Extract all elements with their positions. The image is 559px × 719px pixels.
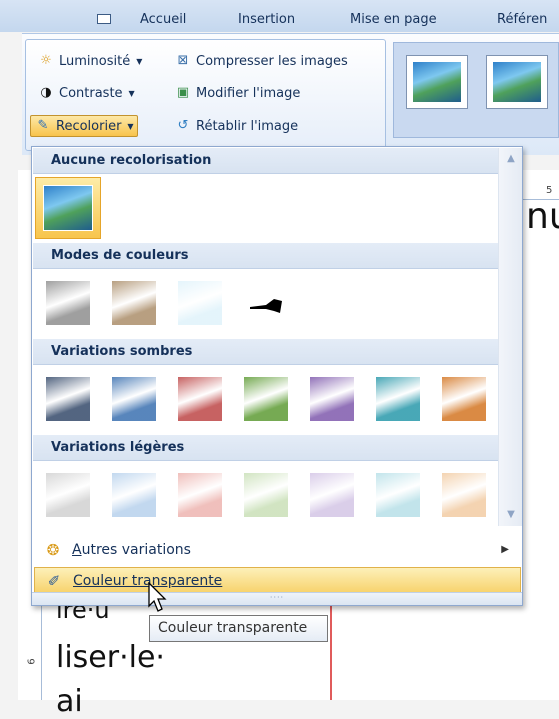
light-variation-option[interactable] xyxy=(178,473,222,517)
section-variations-legeres: Variations légères xyxy=(33,435,498,461)
vertical-ruler[interactable]: 6 xyxy=(24,596,42,700)
tab-mise-en-page[interactable]: Mise en page xyxy=(350,12,437,27)
picture-style-image xyxy=(413,62,461,102)
couleur-transparente-item[interactable]: ✐ Couleur transparente xyxy=(34,567,521,594)
light-variation-option[interactable] xyxy=(376,473,420,517)
dark-variation-option[interactable] xyxy=(178,377,222,421)
chevron-down-icon: ▼ xyxy=(136,56,143,66)
ruler-number: 5 xyxy=(546,185,553,196)
ruler-number: 6 xyxy=(26,658,38,665)
modifier-label: Modifier l'image xyxy=(196,85,301,101)
dropdown-scrollbar[interactable]: ▲ ▼ xyxy=(498,148,522,526)
chevron-down-icon: ▼ xyxy=(128,88,135,98)
dark-variation-option[interactable] xyxy=(46,377,90,421)
contraste-label: Contraste xyxy=(59,85,123,101)
document-text-fragment: nu xyxy=(526,196,559,237)
recolorier-label: Recolorier xyxy=(56,118,122,134)
color-mode-option[interactable] xyxy=(46,281,90,325)
dark-variation-option[interactable] xyxy=(442,377,486,421)
light-variation-option[interactable] xyxy=(244,473,288,517)
autres-variations-access-key: A xyxy=(72,542,82,558)
luminosite-button[interactable]: ☼ Luminosité ▼ xyxy=(34,50,145,72)
section-variations-sombres: Variations sombres xyxy=(33,339,498,365)
picture-styles-gallery xyxy=(393,42,559,138)
document-text-line: liser·le· xyxy=(56,640,165,675)
luminosite-label: Luminosité xyxy=(59,53,131,69)
cursor-icon xyxy=(148,582,167,612)
recolor-dropdown: Aucune recolorisation Modes de couleurs … xyxy=(31,146,523,606)
palette-icon: ❂ xyxy=(46,541,60,559)
tab-references[interactable]: Référen xyxy=(497,12,547,27)
dark-variation-option[interactable] xyxy=(310,377,354,421)
ribbon-tabs: Accueil Insertion Mise en page Référen xyxy=(0,0,559,32)
color-mode-option[interactable] xyxy=(178,281,222,325)
autres-variations-item[interactable]: ❂ Autres variations ▶ xyxy=(34,535,521,565)
no-recolor-image xyxy=(43,185,93,231)
tooltip: Couleur transparente xyxy=(149,615,328,642)
quick-access-icon[interactable] xyxy=(97,14,111,24)
dark-variation-option[interactable] xyxy=(376,377,420,421)
scroll-up-icon[interactable]: ▲ xyxy=(505,154,517,164)
chevron-down-icon: ▼ xyxy=(127,121,134,131)
pen-icon: ✐ xyxy=(47,571,61,590)
light-variation-option[interactable] xyxy=(112,473,156,517)
contraste-button[interactable]: ◑ Contraste ▼ xyxy=(34,82,138,104)
compresser-label: Compresser les images xyxy=(196,53,348,69)
reset-picture-icon: ↺ xyxy=(177,118,189,133)
couleur-transparente-access-key: C xyxy=(73,572,83,589)
sun-icon: ☼ xyxy=(40,53,52,68)
recolorier-button[interactable]: ✎ Recolorier ▼ xyxy=(30,115,138,137)
light-variation-option[interactable] xyxy=(310,473,354,517)
autres-variations-label: utres variations xyxy=(81,542,191,558)
compresser-button[interactable]: ⊠ Compresser les images xyxy=(171,50,351,72)
dark-variation-option[interactable] xyxy=(112,377,156,421)
light-variation-option[interactable] xyxy=(442,473,486,517)
color-mode-option[interactable] xyxy=(112,281,156,325)
compress-icon: ⊠ xyxy=(177,53,189,68)
section-modes-couleurs: Modes de couleurs xyxy=(33,243,498,269)
modifier-button[interactable]: ▣ Modifier l'image xyxy=(171,82,303,104)
adjust-group: ☼ Luminosité ▼ ◑ Contraste ▼ ✎ Recolorie… xyxy=(25,39,386,151)
picture-style-thumb[interactable] xyxy=(486,55,548,109)
section-aucune-recolorisation: Aucune recolorisation xyxy=(33,148,498,174)
contrast-icon: ◑ xyxy=(40,85,52,100)
document-text-bottom: ai xyxy=(56,684,83,719)
change-picture-icon: ▣ xyxy=(176,85,190,100)
picture-style-image xyxy=(493,62,541,102)
resize-grip[interactable]: ···· xyxy=(32,592,522,605)
picture-style-thumb[interactable] xyxy=(406,55,468,109)
light-variation-option[interactable] xyxy=(46,473,90,517)
silhouette-icon xyxy=(250,299,282,313)
tab-insertion[interactable]: Insertion xyxy=(238,12,295,27)
tab-accueil[interactable]: Accueil xyxy=(140,12,186,27)
color-mode-option[interactable] xyxy=(244,281,288,325)
page-margin-line xyxy=(330,600,332,700)
retablir-label: Rétablir l'image xyxy=(196,118,299,134)
no-recolor-option[interactable] xyxy=(35,177,101,239)
chevron-right-icon: ▶ xyxy=(501,544,509,555)
retablir-button[interactable]: ↺ Rétablir l'image xyxy=(171,115,301,137)
dark-variation-option[interactable] xyxy=(244,377,288,421)
scroll-down-icon[interactable]: ▼ xyxy=(505,510,517,520)
recolor-icon: ✎ xyxy=(37,118,49,133)
